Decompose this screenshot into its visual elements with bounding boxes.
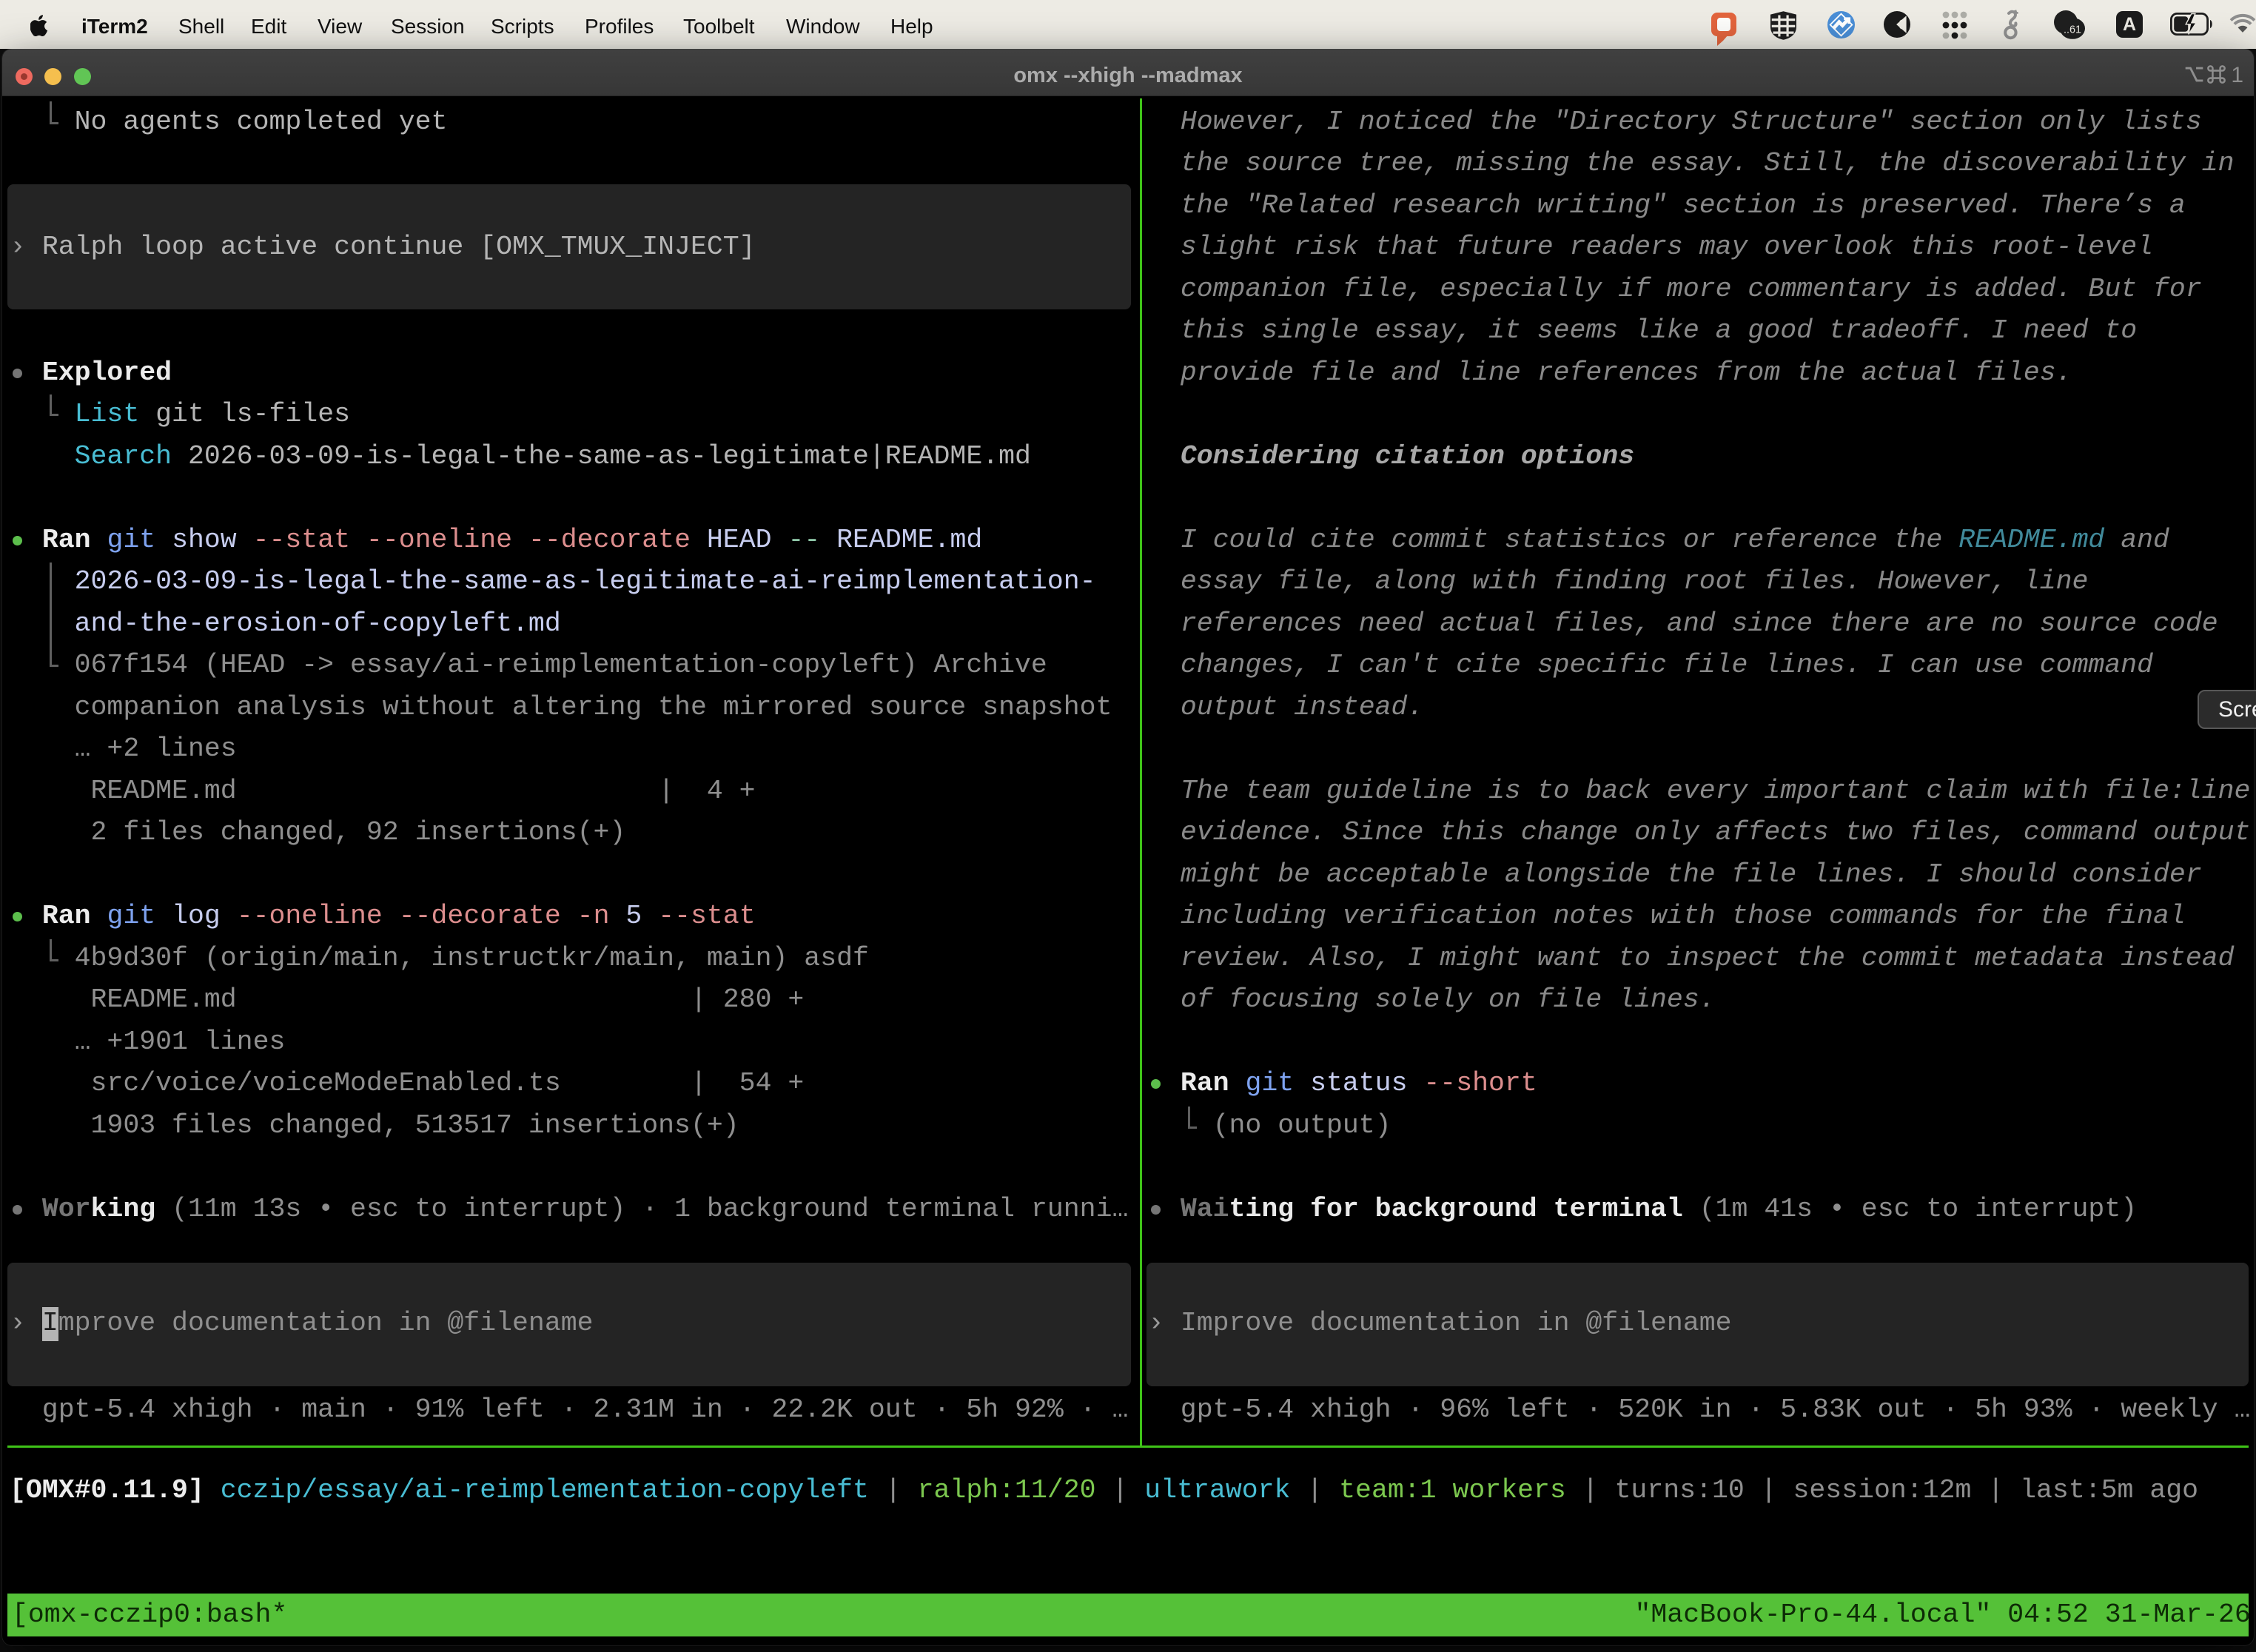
svg-text:..61: ..61 [2064,24,2081,36]
